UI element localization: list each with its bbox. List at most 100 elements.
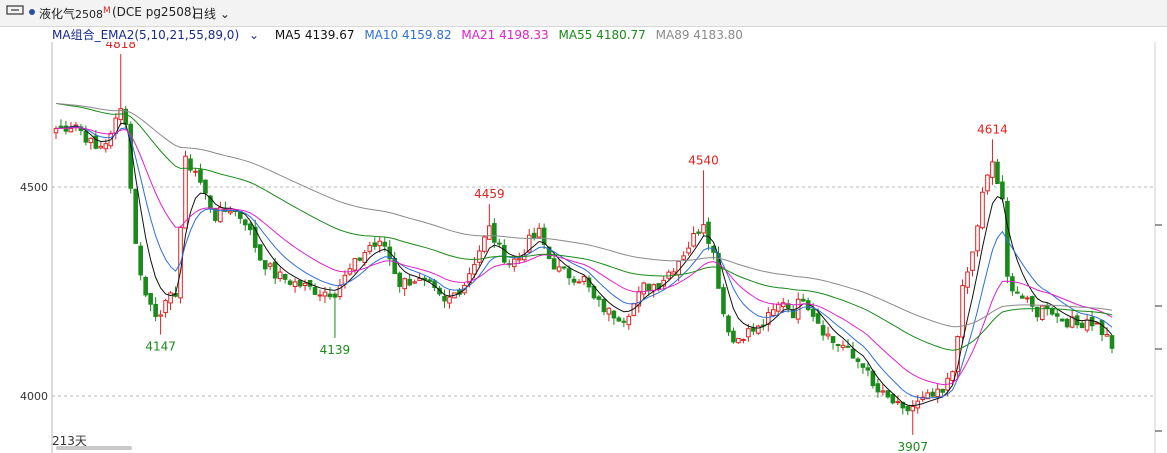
candle-body bbox=[133, 188, 138, 244]
candle-body bbox=[1000, 181, 1005, 200]
candle-body bbox=[736, 338, 741, 344]
candle-body bbox=[143, 276, 148, 296]
candle-body bbox=[83, 130, 89, 143]
chevron-down-icon: ⌄ bbox=[216, 7, 230, 21]
ma-lines-layer bbox=[55, 102, 1113, 407]
candle-body bbox=[676, 260, 681, 276]
symbol-name: 液化气 bbox=[39, 7, 76, 21]
candle-body bbox=[815, 313, 821, 324]
period-label: 日线 bbox=[192, 7, 217, 21]
candle-body bbox=[970, 251, 975, 271]
candle-body bbox=[252, 226, 258, 248]
candle-body bbox=[965, 271, 970, 288]
candle-body bbox=[845, 345, 851, 348]
candle-body bbox=[581, 275, 587, 282]
horizontal-scrollbar[interactable] bbox=[56, 446, 132, 450]
candle-body bbox=[621, 320, 627, 323]
candle-body bbox=[272, 261, 278, 279]
symbol-title[interactable]: 液化气2508M bbox=[39, 5, 111, 22]
candle-body bbox=[810, 308, 816, 317]
candle-body bbox=[168, 292, 173, 304]
candle-body bbox=[487, 225, 492, 240]
candle-body bbox=[756, 325, 761, 334]
candle-body bbox=[830, 336, 836, 343]
candle-body bbox=[566, 268, 572, 279]
candle-body bbox=[980, 191, 985, 229]
candle-body bbox=[262, 260, 268, 270]
price-annotation-3907: 3907 bbox=[897, 440, 928, 453]
candle-body bbox=[472, 263, 477, 275]
candle-body bbox=[686, 247, 691, 254]
ma55-label: MA55 4180.77 bbox=[558, 28, 646, 42]
period-selector[interactable]: 日线 ⌄ bbox=[192, 5, 230, 22]
candle-body bbox=[397, 272, 402, 287]
candle-body bbox=[163, 300, 168, 314]
candle-body bbox=[731, 330, 736, 343]
candle-body bbox=[482, 236, 487, 252]
candle-body bbox=[447, 296, 452, 304]
candle-body bbox=[302, 282, 308, 287]
candle-body bbox=[855, 358, 861, 362]
candle-body bbox=[770, 309, 776, 316]
candle-body bbox=[103, 143, 109, 150]
candle-body bbox=[492, 223, 497, 243]
candle-body bbox=[277, 271, 283, 280]
candle-body bbox=[148, 293, 153, 305]
candle-body bbox=[531, 232, 537, 239]
ma-group-selector[interactable]: MA组合_EMA2(5,10,21,55,89,0) ⌄ bbox=[52, 28, 265, 42]
candle-body bbox=[626, 315, 632, 326]
candle-body bbox=[1099, 319, 1105, 336]
candle-body bbox=[362, 252, 368, 263]
candle-body bbox=[317, 294, 323, 297]
candle-body bbox=[895, 401, 901, 404]
candle-body bbox=[282, 273, 288, 280]
candle-body bbox=[138, 245, 143, 276]
candle-body bbox=[516, 258, 522, 261]
candle-body bbox=[98, 145, 104, 149]
candle-body bbox=[322, 291, 328, 297]
candle-body bbox=[68, 128, 74, 133]
candle-body bbox=[721, 287, 726, 315]
candle-body bbox=[696, 231, 701, 234]
candle-body bbox=[382, 241, 388, 247]
kline-chart[interactable]: 4000 4500 4818 4147 4139 4459 4540 3907 4614 bbox=[0, 42, 1167, 453]
candle-body bbox=[442, 295, 447, 302]
ma21-label: MA21 4198.33 bbox=[461, 28, 549, 42]
candle-body bbox=[995, 161, 1000, 185]
candle-body bbox=[875, 383, 881, 393]
candle-body bbox=[312, 287, 318, 295]
candle-body bbox=[58, 125, 64, 128]
candle-body bbox=[616, 317, 622, 322]
candle-body bbox=[402, 278, 407, 290]
candle-body bbox=[741, 338, 746, 341]
chart-toolbar: 液化气2508M (DCE pg2508) 日线 ⌄ bbox=[0, 0, 1167, 27]
candle-body bbox=[905, 405, 911, 412]
price-annotation-4614: 4614 bbox=[977, 122, 1008, 136]
candle-body bbox=[88, 137, 94, 144]
candle-body bbox=[1059, 318, 1065, 322]
candle-body bbox=[930, 391, 935, 397]
candle-body bbox=[840, 344, 846, 348]
candle-body bbox=[183, 155, 188, 229]
candle-body bbox=[198, 169, 203, 183]
candle-body bbox=[1109, 335, 1115, 349]
symbol-dot-icon bbox=[28, 5, 36, 20]
indicator-legend: MA组合_EMA2(5,10,21,55,89,0) ⌄ MA5 4139.67… bbox=[52, 26, 749, 42]
candle-body bbox=[975, 225, 980, 252]
exchange-code: (DCE pg2508) bbox=[112, 5, 197, 19]
window-toggle-icon[interactable] bbox=[6, 3, 24, 20]
candle-body bbox=[193, 170, 198, 173]
ma55-line bbox=[55, 102, 1113, 351]
candle-body bbox=[835, 344, 841, 347]
candle-body bbox=[228, 210, 233, 214]
candle-body bbox=[412, 281, 417, 284]
candle-body bbox=[1010, 276, 1015, 292]
candle-body bbox=[158, 314, 163, 317]
ma21-line bbox=[55, 127, 1113, 386]
candle-body bbox=[1020, 295, 1025, 299]
candle-body bbox=[800, 298, 806, 302]
candle-body bbox=[367, 245, 373, 252]
price-annotation-4139: 4139 bbox=[320, 343, 351, 357]
candle-body bbox=[865, 367, 871, 371]
candle-body bbox=[257, 244, 263, 261]
